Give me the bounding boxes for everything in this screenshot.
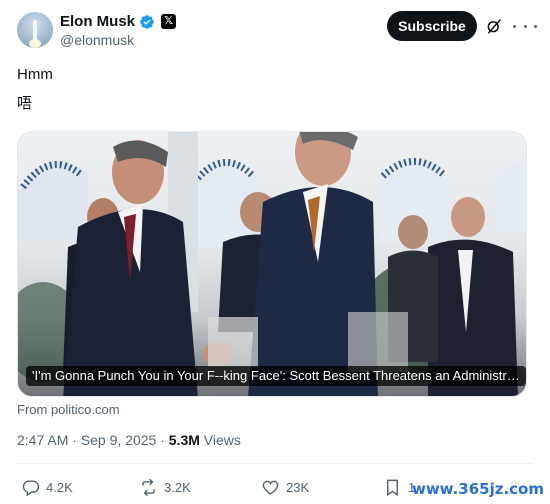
views-label: Views [199, 432, 241, 448]
views-count: 5.3M [168, 432, 200, 448]
link-source[interactable]: From politico.com [17, 402, 120, 417]
x-logo-icon: 𝕏 [161, 14, 177, 29]
reply-count: 4.2K [46, 479, 73, 495]
tweet-line: 唔 [17, 95, 33, 112]
repost-icon [142, 478, 155, 496]
bookmark-icon [387, 479, 398, 496]
avatar[interactable] [17, 12, 53, 48]
like-count: 23K [286, 479, 310, 495]
more-dot [513, 24, 516, 28]
tweet-timestamp[interactable]: 2:47 AM · Sep 9, 2025 · [17, 432, 169, 448]
link-caption[interactable]: 'I'm Gonna Punch You in Your F--king Fac… [26, 366, 526, 386]
rocket-plume [29, 39, 41, 48]
like-icon [262, 480, 279, 495]
repost-count: 3.2K [164, 479, 191, 495]
author-handle[interactable]: @elonmusk [60, 32, 134, 48]
tweet-card: Elon Musk 𝕏 @elonmusk Subscribe Hmm 唔 'I… [0, 0, 550, 504]
divider [17, 463, 533, 464]
repost-button[interactable]: 3.2K [139, 476, 191, 498]
reply-icon [22, 479, 40, 496]
author-name-row: Elon Musk 𝕏 [60, 13, 177, 30]
news-photo [18, 132, 526, 396]
tweet-text: Hmm 唔 [17, 64, 53, 122]
more-dot [523, 24, 527, 28]
verified-badge-icon [140, 14, 154, 29]
grok-icon[interactable] [485, 17, 503, 35]
more-icon[interactable] [513, 16, 537, 36]
author-name[interactable]: Elon Musk [60, 13, 135, 30]
more-dot [534, 24, 537, 28]
link-card-media[interactable]: 'I'm Gonna Punch You in Your F--king Fac… [17, 131, 527, 397]
subscribe-button[interactable]: Subscribe [387, 11, 477, 41]
watermark: www.365jz.com [412, 476, 550, 502]
reply-button[interactable]: 4.2K [21, 476, 73, 498]
like-button[interactable]: 23K [261, 476, 309, 498]
tweet-meta: 2:47 AM · Sep 9, 2025 · 5.3M Views [17, 432, 241, 448]
tweet-line: Hmm [17, 66, 53, 83]
